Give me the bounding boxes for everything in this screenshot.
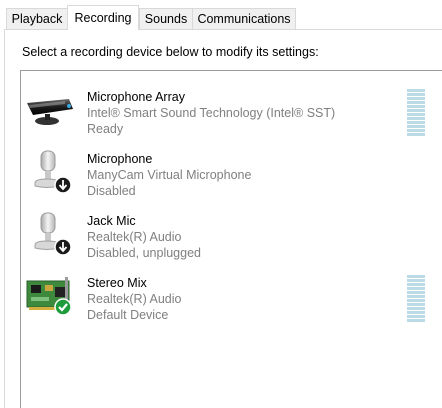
tab-communications[interactable]: Communications: [192, 8, 296, 29]
device-driver: Realtek(R) Audio: [87, 292, 182, 306]
device-status: Disabled, unplugged: [87, 246, 201, 260]
device-name: Jack Mic: [87, 214, 136, 228]
tab-strip: Playback Recording Sounds Communications: [0, 0, 442, 30]
device-item-stereo-mix[interactable]: Stereo Mix Realtek(R) Audio Default Devi…: [21, 265, 442, 325]
level-meter: [407, 275, 425, 325]
tab-label: Recording: [74, 11, 132, 25]
tab-playback[interactable]: Playback: [6, 8, 68, 29]
device-name: Stereo Mix: [87, 276, 147, 290]
device-item-microphone[interactable]: Microphone ManyCam Virtual Microphone Di…: [21, 141, 442, 201]
microphone-disabled-icon: [25, 149, 77, 194]
tab-recording[interactable]: Recording: [67, 5, 139, 30]
microphone-disabled-icon: [25, 211, 77, 256]
device-status: Ready: [87, 122, 124, 136]
device-status: Disabled: [87, 184, 136, 198]
level-meter: [407, 89, 425, 139]
tab-label: Sounds: [144, 12, 188, 26]
device-name: Microphone: [87, 152, 153, 166]
sound-card-default-icon: [25, 273, 77, 317]
device-driver: Intel® Smart Sound Technology (Intel® SS…: [87, 106, 336, 120]
microphone-array-icon: [25, 87, 77, 131]
device-status: Default Device: [87, 308, 169, 322]
device-driver: Realtek(R) Audio: [87, 230, 182, 244]
instruction-text: Select a recording device below to modif…: [22, 45, 319, 59]
device-item-jack-mic[interactable]: Jack Mic Realtek(R) Audio Disabled, unpl…: [21, 203, 442, 263]
tab-sounds[interactable]: Sounds: [139, 8, 193, 29]
device-driver: ManyCam Virtual Microphone: [87, 168, 252, 182]
tab-label: Playback: [11, 12, 63, 26]
tab-label: Communications: [197, 12, 291, 26]
device-list[interactable]: Microphone Array Intel® Smart Sound Tech…: [20, 70, 442, 408]
device-name: Microphone Array: [87, 90, 185, 104]
device-item-microphone-array[interactable]: Microphone Array Intel® Smart Sound Tech…: [21, 79, 442, 139]
